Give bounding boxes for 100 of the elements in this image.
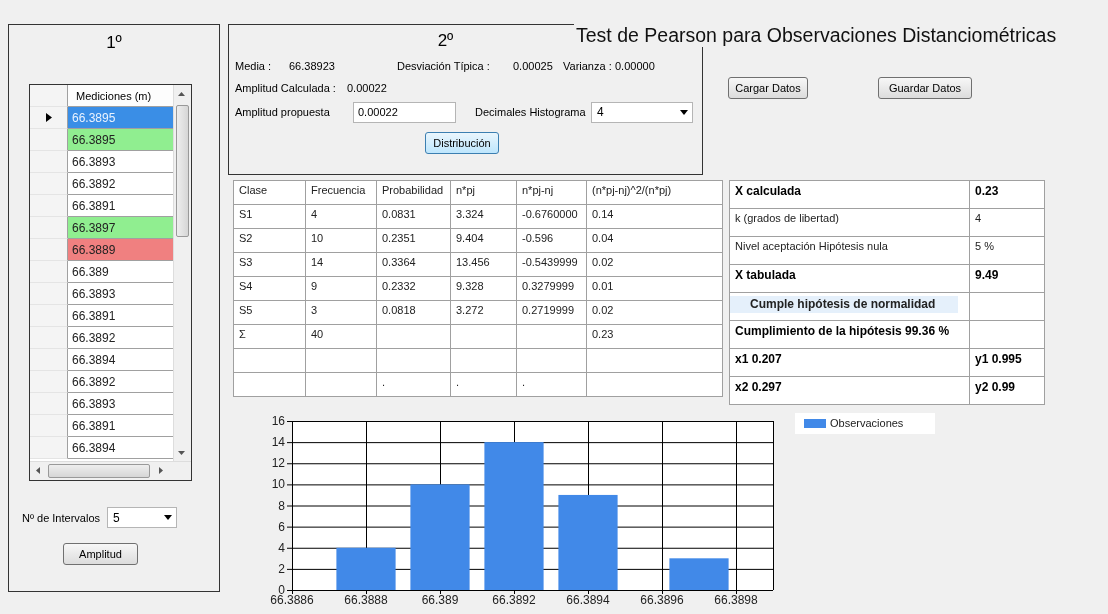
table-cell: S1 (233, 204, 306, 229)
table-cell: 0.23 (586, 324, 723, 349)
table-cell: Nivel aceptación Hipótesis nula (729, 236, 970, 265)
table-cell: 4 (969, 208, 1045, 237)
load-data-button[interactable]: Cargar Datos (728, 77, 808, 99)
table-cell: 0.3364 (376, 252, 451, 277)
axis-tick-label: 12 (271, 456, 285, 471)
table-cell: 9.404 (450, 228, 517, 253)
stat-value: 66.38923 (289, 60, 336, 72)
table-cell: S4 (233, 276, 306, 301)
table-cell[interactable]: 66.3897 (68, 217, 174, 239)
stat-value: 0.00025 (513, 60, 554, 72)
save-data-button[interactable]: Guardar Datos (878, 77, 972, 99)
legend-label: Observaciones (830, 417, 904, 429)
table-cell: X calculada (729, 180, 970, 209)
table-cell[interactable]: 66.3895 (68, 129, 174, 151)
axis-tick-label: 66.3896 (640, 593, 684, 607)
field-label: Decimales Histograma (475, 106, 587, 118)
caret-icon (164, 515, 172, 520)
table-cell: x1 0.207 (729, 348, 970, 377)
stat-label: Media : (235, 60, 273, 72)
table-cell: 3.324 (450, 204, 517, 229)
column-header: Clase (233, 180, 306, 205)
app-title: Test de Pearson para Observaciones Distanciométricas (576, 24, 1057, 46)
table-cell: S2 (233, 228, 306, 253)
table-cell: Cumplimiento de la hipótesis 99.36 % (729, 320, 970, 349)
table-cell: 10 (305, 228, 377, 253)
intervals-label: Nº de Intervalos (22, 511, 100, 524)
table-cell: 0.02 (586, 252, 723, 277)
caret-icon (680, 109, 688, 115)
table-cell: X tabulada (729, 264, 970, 293)
table-cell: 14 (305, 252, 377, 277)
axis-tick-label: 16 (271, 414, 285, 428)
table-cell: 3 (305, 300, 377, 325)
table-cell: -0.596 (516, 228, 587, 253)
table-cell: . (516, 372, 587, 397)
input-field[interactable]: 0.00022 (353, 101, 456, 123)
table-cell: . (376, 372, 451, 397)
horizontal-scrollbar[interactable] (30, 461, 191, 480)
table-cell: 0.3279999 (516, 276, 587, 301)
stat-label: Varianza : (563, 60, 613, 72)
column-header: (n*pj-nj)^2/(n*pj) (586, 180, 723, 205)
down-arrow-icon (178, 451, 186, 455)
dropdown[interactable]: 4 (591, 101, 693, 123)
table-cell: -0.6760000 (516, 204, 587, 229)
axis-tick-label: 66.3898 (714, 593, 758, 607)
legend-swatch (804, 419, 826, 428)
panel-heading: 2º (437, 31, 454, 50)
table-cell: 0.2351 (376, 228, 451, 253)
table-cell: 0.0818 (376, 300, 451, 325)
table-cell: 0.01 (586, 276, 723, 301)
table-cell: 5 % (969, 236, 1045, 265)
axis-tick-label: 66.3892 (492, 593, 536, 607)
table-cell: . (450, 372, 517, 397)
table-cell: -0.5439999 (516, 252, 587, 277)
axis-tick-label: 14 (271, 435, 285, 450)
table-cell: 9.328 (450, 276, 517, 301)
axis-tick-label: 66.3888 (344, 593, 388, 607)
column-header: n*pj (450, 180, 517, 205)
dropdown[interactable]: 5 (107, 507, 177, 528)
table-cell: y1 0.995 (969, 348, 1045, 377)
axis-tick-label: 8 (278, 498, 285, 513)
distribution-button[interactable]: Distribución (425, 132, 499, 154)
table-cell: 0.02 (586, 300, 723, 325)
axis-tick-label: 10 (271, 477, 285, 492)
up-arrow-icon (178, 92, 186, 96)
vertical-scrollbar[interactable] (173, 85, 191, 461)
axis-tick-label: 2 (278, 561, 285, 576)
table-cell: 0.0831 (376, 204, 451, 229)
axis-tick-label: 66.389 (421, 593, 459, 607)
bar (669, 558, 729, 590)
right-arrow-icon (159, 467, 163, 474)
table-cell: Σ (233, 324, 306, 349)
table-cell: y2 0.99 (969, 376, 1045, 405)
stat-value: 0.00022 (347, 82, 387, 94)
table-cell: 4 (305, 204, 377, 229)
table-cell: 0.2332 (376, 276, 451, 301)
table-cell[interactable]: 66.3889 (68, 239, 174, 261)
table-cell: 13.456 (450, 252, 517, 277)
axis-tick-label: 6 (278, 519, 285, 534)
column-header: n*pj-nj (516, 180, 587, 205)
table-cell: k (grados de libertad) (729, 208, 970, 237)
table-cell: 9.49 (969, 264, 1045, 293)
field-label: Amplitud propuesta (235, 106, 331, 118)
column-header: Probabilidad (376, 180, 451, 205)
table-cell: 9 (305, 276, 377, 301)
table-cell: 0.14 (586, 204, 723, 229)
verdict-label: Cumple hipótesis de normalidad (730, 296, 958, 313)
bar (336, 547, 396, 590)
amplitude-button[interactable]: Amplitud (63, 543, 138, 565)
stat-label: Desviación Típica : (397, 60, 491, 72)
table-cell: 40 (305, 324, 377, 349)
stat-label: Amplitud Calculada : (235, 82, 337, 94)
table-cell: 3.272 (450, 300, 517, 325)
row-header[interactable] (30, 107, 68, 129)
left-arrow-icon (36, 467, 40, 474)
axis-tick-label: 66.3894 (566, 593, 610, 607)
column-header: Frecuencia (305, 180, 377, 205)
table-cell: S3 (233, 252, 306, 277)
stat-value: 0.00000 (615, 60, 656, 72)
